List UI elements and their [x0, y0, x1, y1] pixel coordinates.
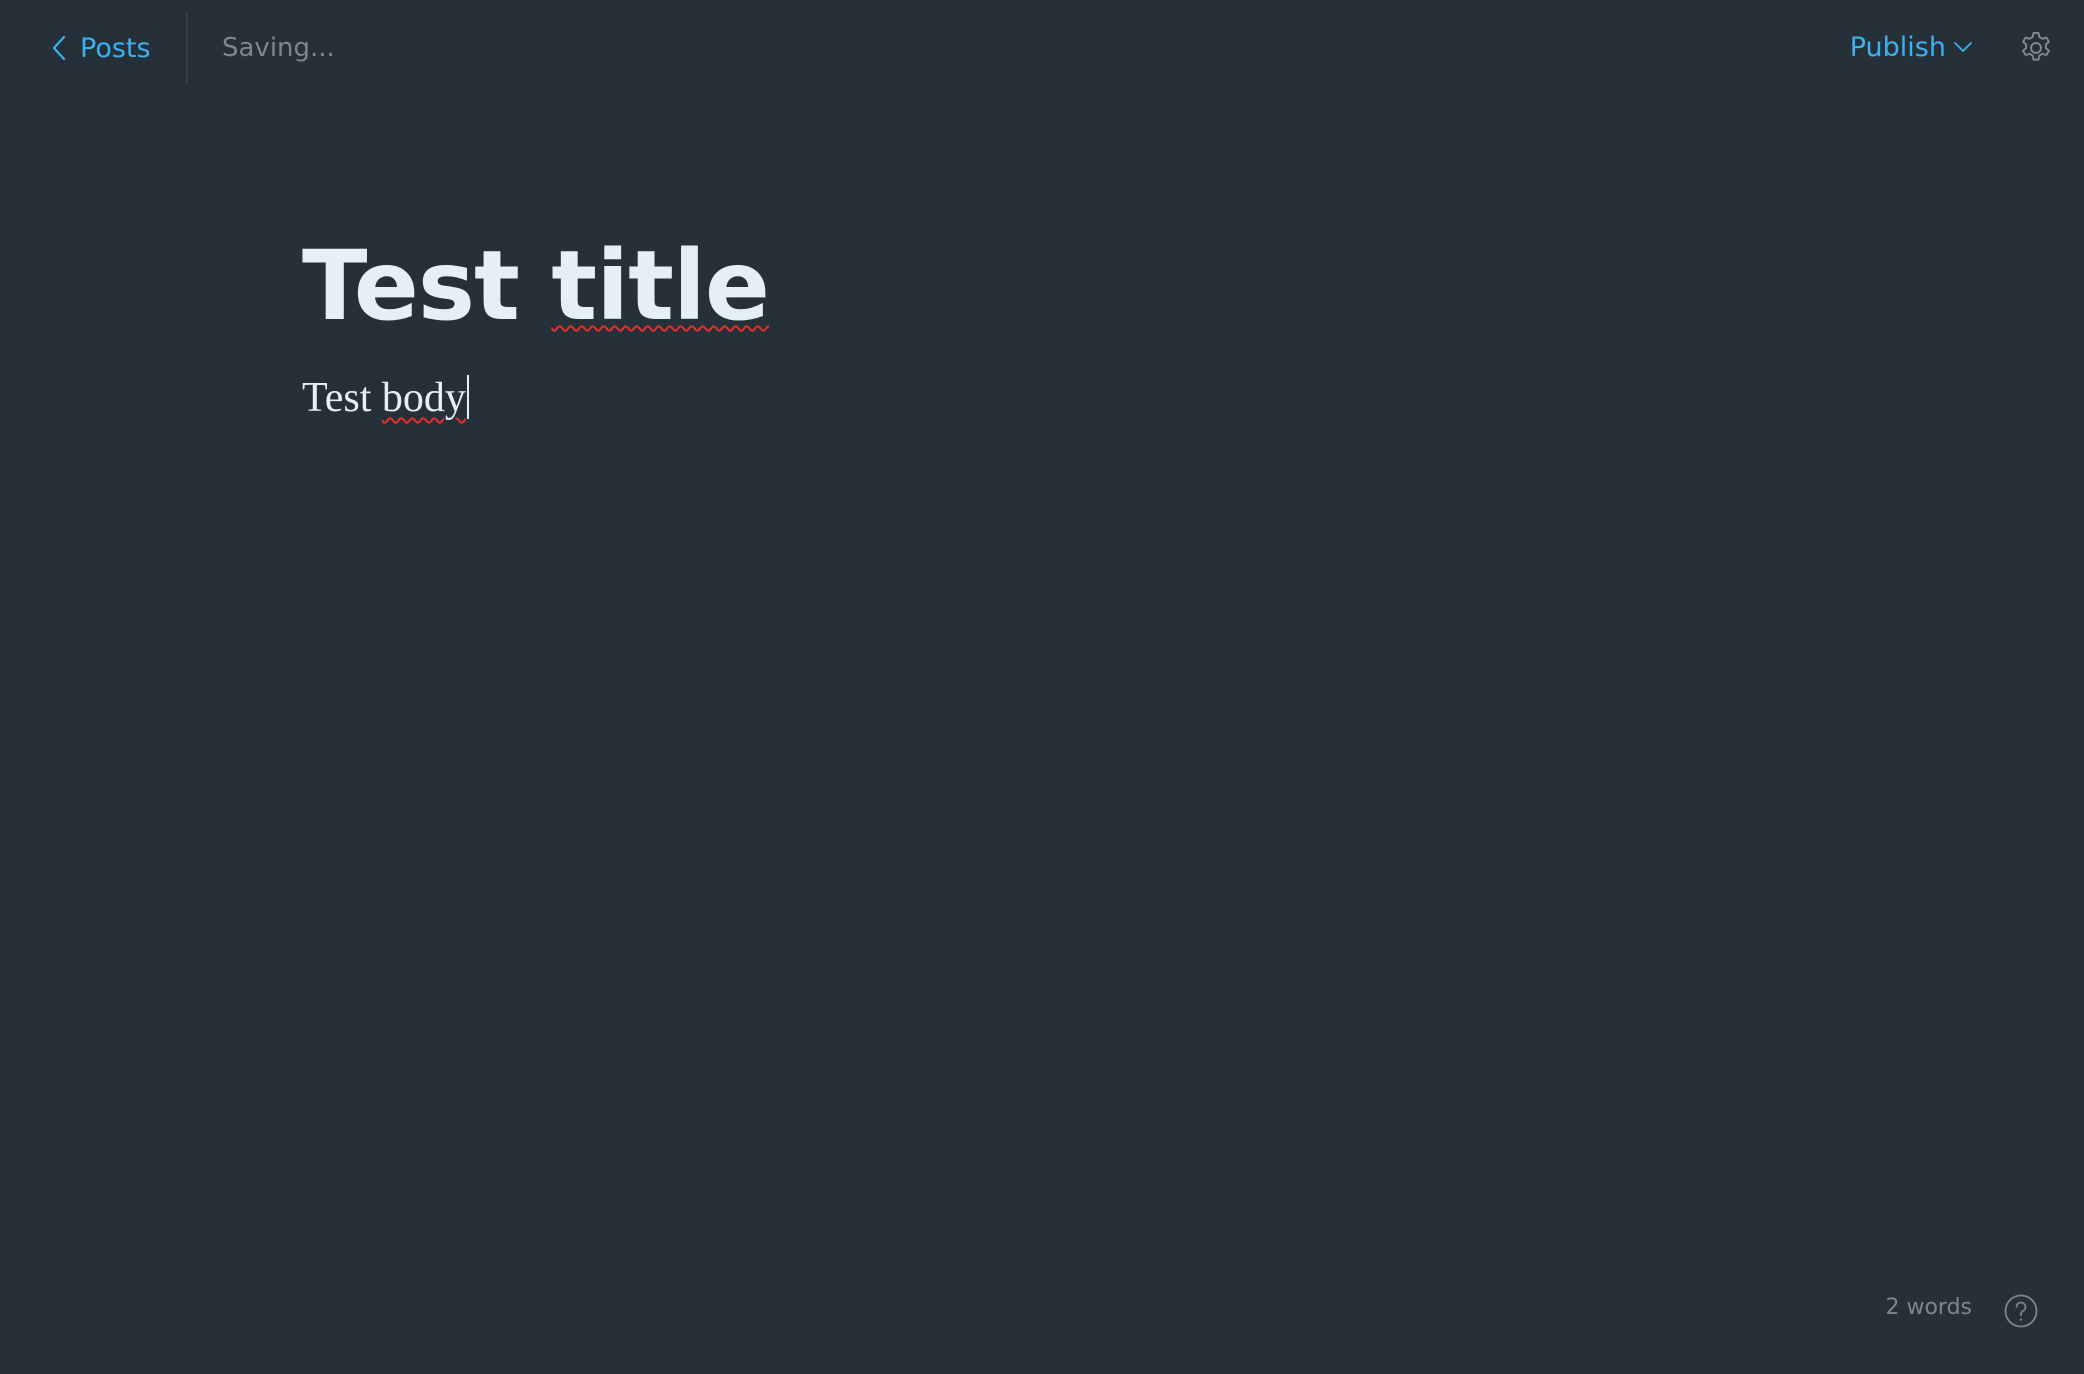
publish-button[interactable]: Publish	[1850, 26, 1972, 68]
back-to-posts-link[interactable]: Posts	[52, 28, 151, 68]
word-count: 2 words	[1885, 1294, 1972, 1320]
question-circle-icon	[2004, 1294, 2038, 1328]
save-status: Saving...	[222, 33, 335, 63]
chevron-left-icon	[52, 35, 66, 61]
post-editor[interactable]: Test title Test body	[302, 226, 1782, 426]
post-body[interactable]: Test body	[302, 370, 1782, 426]
body-word-misspelled: body	[381, 375, 466, 421]
gear-icon	[2022, 32, 2050, 61]
body-word: Test	[302, 375, 382, 421]
header-divider	[186, 12, 188, 84]
post-title[interactable]: Test title	[302, 226, 1782, 346]
back-label: Posts	[80, 32, 151, 64]
publish-label: Publish	[1849, 31, 1946, 63]
text-cursor	[466, 375, 469, 419]
chevron-down-icon	[1954, 42, 1972, 52]
editor-header: Posts Saving... Publish	[0, 0, 2084, 96]
title-word: Test	[302, 230, 552, 342]
settings-button[interactable]	[2016, 28, 2056, 68]
help-button[interactable]	[2004, 1294, 2038, 1328]
title-word-misspelled: title	[551, 230, 770, 342]
